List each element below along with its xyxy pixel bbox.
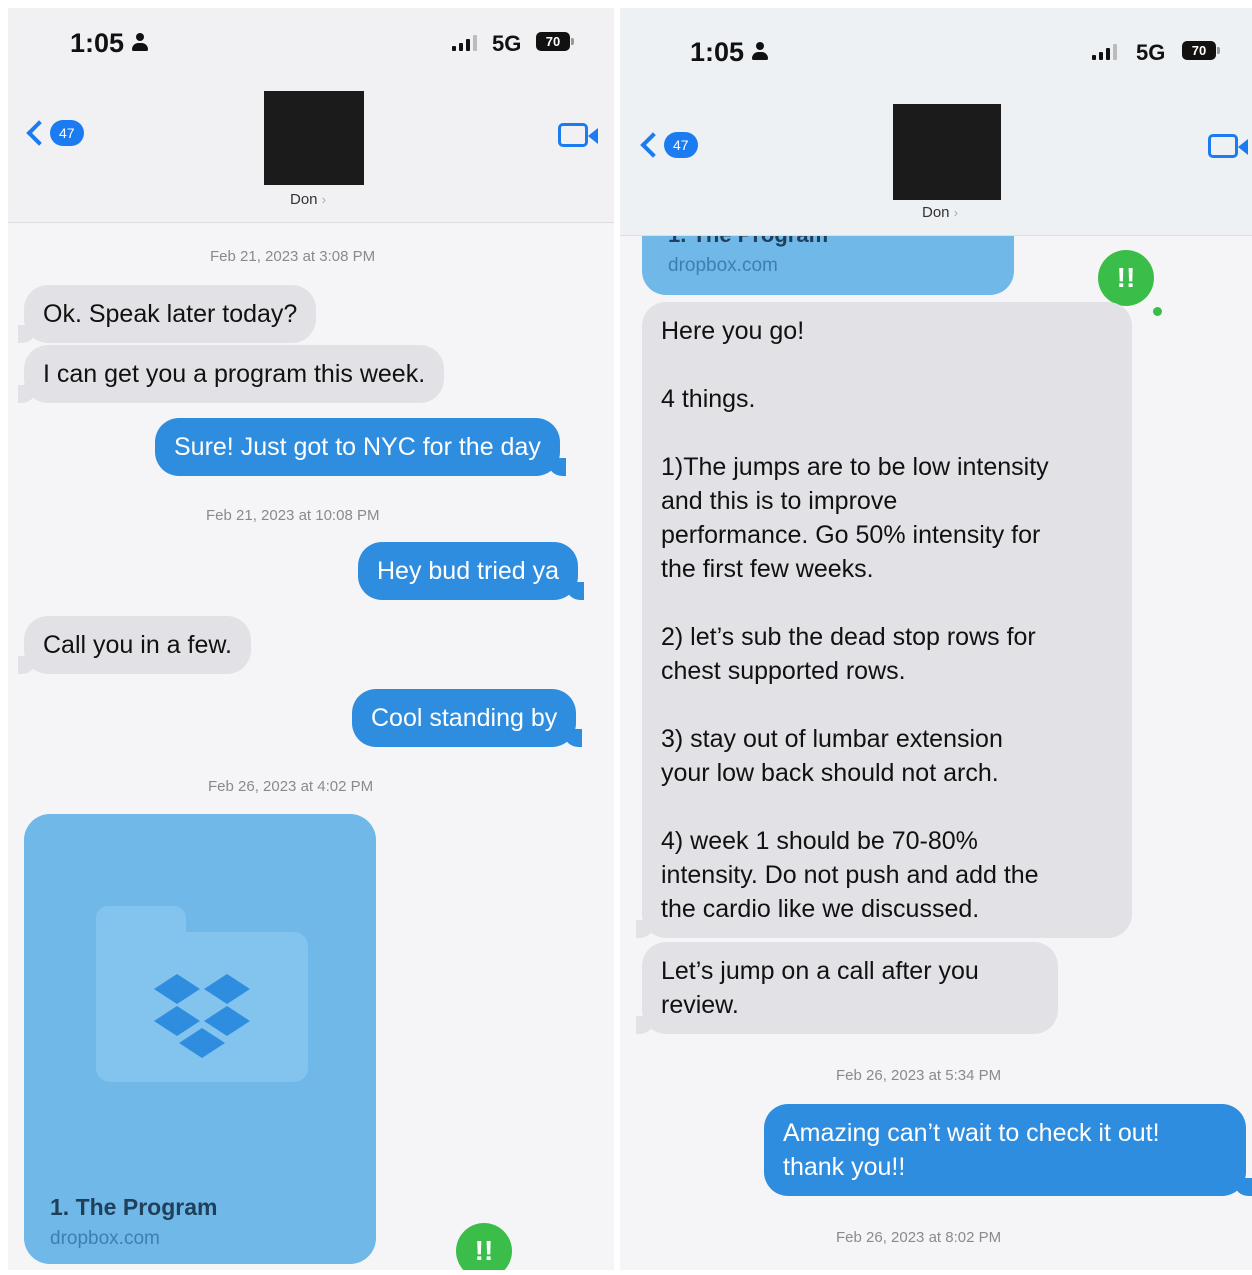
timestamp: Feb 26, 2023 at 8:02 PM [836, 1229, 1002, 1246]
signal-icon [1092, 44, 1117, 60]
link-domain: dropbox.com [668, 255, 778, 276]
status-time: 1:05 [690, 37, 769, 68]
message-incoming[interactable]: I can get you a program this week. [17, 345, 445, 403]
dropbox-icon [154, 974, 250, 1058]
signal-icon [452, 35, 477, 51]
exclamation-tapback-icon[interactable]: !! [456, 1223, 512, 1270]
video-call-icon[interactable] [1208, 134, 1248, 158]
video-call-icon[interactable] [558, 123, 598, 147]
back-button[interactable]: 47 [640, 132, 698, 158]
contact-avatar[interactable] [893, 104, 1001, 200]
person-icon [132, 33, 149, 53]
contact-name[interactable]: Don › [922, 204, 958, 221]
chevron-right-icon: › [321, 192, 327, 207]
folder-preview [96, 932, 308, 1082]
network-label: 5G [1136, 40, 1166, 65]
timestamp: Feb 21, 2023 at 10:08 PM [206, 507, 380, 524]
tapback-text: !! [1116, 262, 1136, 293]
time-text: 1:05 [690, 37, 745, 67]
contact-name-text: Don [290, 191, 318, 208]
person-icon [752, 42, 769, 62]
exclamation-tapback-icon[interactable]: !! [1098, 250, 1162, 316]
message-incoming[interactable]: Call you in a few. [18, 616, 251, 674]
conversation-header: 1:05 5G 70 47 Don › [8, 8, 614, 223]
network-label: 5G [492, 31, 522, 56]
message-incoming[interactable]: Ok. Speak later today? [17, 285, 317, 343]
status-bar: 1:05 5G 70 [620, 8, 1252, 78]
contact-name-text: Don [922, 204, 950, 221]
status-time: 1:05 [70, 28, 149, 59]
message-incoming[interactable]: Let’s jump on a call after you review. [636, 942, 1058, 1034]
link-domain: dropbox.com [50, 1228, 160, 1249]
time-text: 1:05 [70, 28, 125, 58]
message-outgoing[interactable]: Cool standing by [352, 689, 583, 747]
conversation-header: 1:05 5G 70 47 Don › [620, 8, 1252, 236]
contact-name[interactable]: Don › [290, 191, 326, 208]
message-outgoing[interactable]: Hey bud tried ya [358, 542, 585, 600]
timestamp: Feb 26, 2023 at 4:02 PM [208, 778, 374, 795]
left-screenshot: 1:05 5G 70 47 Don › Feb 21, 2023 at 3:08… [8, 8, 614, 1270]
message-incoming[interactable]: Here you go! 4 things. 1)The jumps are t… [636, 302, 1132, 938]
timestamp: Feb 26, 2023 at 5:34 PM [836, 1067, 1002, 1084]
status-bar: 1:05 5G 70 [8, 8, 614, 78]
back-button[interactable]: 47 [26, 120, 84, 146]
chevron-left-icon [26, 120, 52, 146]
chevron-right-icon: › [953, 205, 959, 220]
unread-count-badge: 47 [50, 120, 84, 146]
contact-avatar[interactable] [264, 91, 364, 185]
right-screenshot: 1. The Program dropbox.com 1:05 5G 70 47… [620, 8, 1252, 1270]
tapback-tail [1153, 307, 1162, 316]
link-title: 1. The Program [50, 1194, 218, 1220]
dropbox-link-card[interactable]: 1. The Program dropbox.com [24, 814, 376, 1264]
battery-icon: 70 [536, 32, 574, 51]
battery-icon: 70 [1182, 41, 1220, 60]
chevron-left-icon [640, 132, 666, 158]
message-outgoing[interactable]: Sure! Just got to NYC for the day [155, 418, 566, 476]
message-outgoing[interactable]: Amazing can’t wait to check it out! than… [764, 1104, 1252, 1196]
timestamp: Feb 21, 2023 at 3:08 PM [210, 248, 376, 265]
unread-count-badge: 47 [664, 132, 698, 158]
